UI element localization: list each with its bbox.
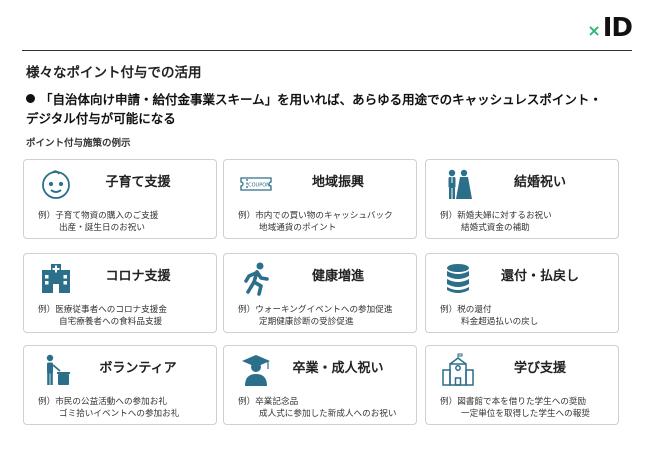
page-title: 様々なポイント付与での活用 [26,65,202,81]
card-description: 例）新婚夫婦に対するお祝い 結婚式資金の補助 [440,210,612,234]
card-desc-line1: 例）卒業記念品 [238,397,299,407]
card-desc-line1: 例）ウォーキングイベントへの参加促進 [238,305,393,315]
card-description: 例）図書館で本を借りた学生への奨励 一定単位を取得した学生への報奨 [440,396,612,420]
card-desc-line2: 定期健康診断の受診促進 [259,317,354,327]
logo-mark: × [587,21,601,40]
bullet-line-2: デジタル付与が可能になる [26,111,176,126]
card-description: 例）市内での買い物のキャッシュバック 地域通貨のポイント [238,210,410,234]
card-title: 学び支援 [513,361,566,376]
card-regional: COUPON 地域振興 例）市内での買い物のキャッシュバック 地域通貨のポイント [223,159,417,239]
card-learning: 学び支援 例）図書館で本を借りた学生への奨励 一定単位を取得した学生への報奨 [425,345,619,425]
card-description: 例）市民の公益活動への参加お礼 ゴミ拾いイベントへの参加お礼 [38,396,210,420]
header-divider [22,50,632,51]
card-covid: コロナ支援 例）医療従事者へのコロナ支援金 自宅療養者への食料品支援 [23,253,217,333]
card-desc-line2: 結婚式資金の補助 [461,223,530,233]
card-title: 卒業・成人祝い [292,361,384,376]
card-title: 還付・払戻し [500,269,579,284]
card-desc-line2: 地域通貨のポイント [259,223,337,233]
card-desc-line1: 例）新婚夫婦に対するお祝い [440,211,552,221]
card-title: 地域振興 [311,175,364,190]
card-title: コロナ支援 [105,269,171,284]
card-title: ボランティア [99,361,177,376]
logo-text: ID [602,13,633,43]
card-health: 健康増進 例）ウォーキングイベントへの参加促進 定期健康診断の受診促進 [223,253,417,333]
card-graduation: 卒業・成人祝い 例）卒業記念品 成人式に参加した新成人へのお祝い [223,345,417,425]
card-desc-line2: 成人式に参加した新成人へのお祝い [259,409,397,419]
card-childcare: 子育て支援 例）子育て物資の購入のご支援 出産・誕生日のお祝い [23,159,217,239]
card-desc-line1: 例）医療従事者へのコロナ支援金 [38,305,167,315]
card-description: 例）子育て物資の購入のご支援 出産・誕生日のお祝い [38,210,210,234]
lead-bullet: 「自治体向け申請・給付金事業スキーム」を用いれば、あらゆる用途でのキャッシュレス… [26,90,626,128]
card-desc-line1: 例）市民の公益活動への参加お礼 [38,397,167,407]
card-desc-line2: 自宅療養者への食料品支援 [59,317,163,327]
card-desc-line1: 例）図書館で本を借りた学生への奨励 [440,397,587,407]
bullet-line-1: 「自治体向け申請・給付金事業スキーム」を用いれば、あらゆる用途でのキャッシュレス… [40,92,602,107]
card-desc-line2: 料金超過払いの戻し [461,317,539,327]
card-desc-line2: 出産・誕生日のお祝い [59,223,145,233]
card-volunteer: ボランティア 例）市民の公益活動への参加お礼 ゴミ拾いイベントへの参加お礼 [23,345,217,425]
card-desc-line2: ゴミ拾いイベントへの参加お礼 [59,409,180,419]
section-label: ポイント付与施策の例示 [26,138,131,149]
card-refund: 還付・払戻し 例）税の還付 料金超過払いの戻し [425,253,619,333]
card-desc-line1: 例）市内での買い物のキャッシュバック [238,211,393,221]
card-title: 子育て支援 [105,175,171,190]
card-description: 例）税の還付 料金超過払いの戻し [440,304,612,328]
card-description: 例）ウォーキングイベントへの参加促進 定期健康診断の受診促進 [238,304,410,328]
card-description: 例）卒業記念品 成人式に参加した新成人へのお祝い [238,396,410,420]
card-title: 結婚祝い [513,175,566,190]
card-desc-line2: 一定単位を取得した学生への報奨 [461,409,590,419]
card-desc-line1: 例）税の還付 [440,305,492,315]
card-description: 例）医療従事者へのコロナ支援金 自宅療養者への食料品支援 [38,304,210,328]
logo: × ID [587,13,633,43]
bullet-dot-icon [26,94,35,103]
card-title: 健康増進 [311,269,364,284]
card-desc-line1: 例）子育て物資の購入のご支援 [38,211,159,221]
card-wedding: 結婚祝い 例）新婚夫婦に対するお祝い 結婚式資金の補助 [425,159,619,239]
